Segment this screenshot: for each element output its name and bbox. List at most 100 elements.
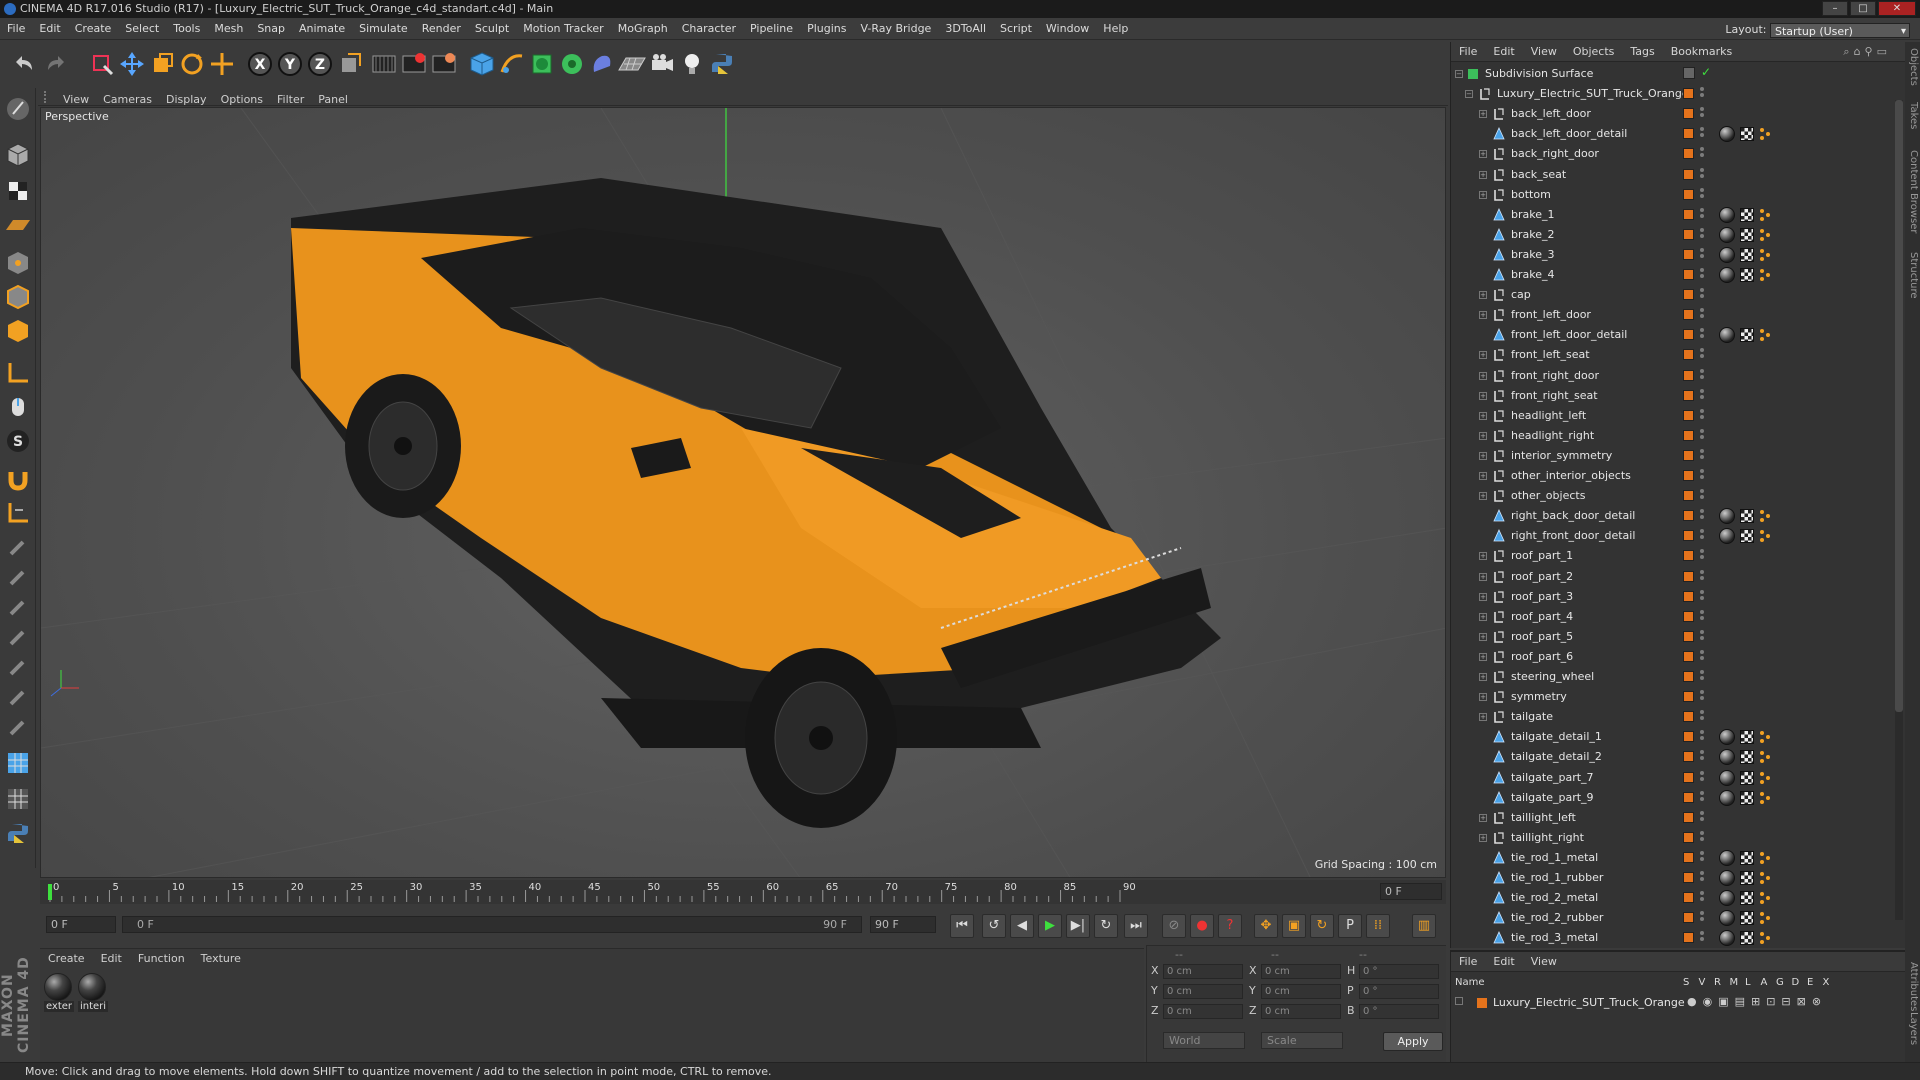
polygon-selection-tag-icon[interactable] [1758, 328, 1772, 342]
texture-tag-icon[interactable] [1740, 871, 1754, 885]
camera-object-icon[interactable] [646, 48, 678, 80]
object-row[interactable]: + roof_part_1 [1451, 546, 1891, 566]
layer-color-swatch[interactable] [1683, 630, 1694, 642]
object-row[interactable]: tie_rod_1_metal [1451, 848, 1891, 868]
object-menu-objects[interactable]: Objects [1565, 42, 1623, 62]
material-menu-texture[interactable]: Texture [193, 949, 249, 969]
texture-tag-icon[interactable] [1740, 770, 1754, 785]
expand-toggle-icon[interactable]: + [1479, 311, 1487, 320]
layer-column-header[interactable]: E [1807, 977, 1813, 988]
layer-column-header[interactable]: M [1730, 977, 1739, 988]
material-menu-create[interactable]: Create [40, 949, 93, 969]
layer-color-swatch[interactable] [1683, 269, 1694, 280]
menu-select[interactable]: Select [118, 18, 166, 40]
coord-value-field[interactable]: 0 ° [1359, 964, 1439, 979]
undo-icon[interactable] [8, 48, 40, 80]
object-manager-tools[interactable]: ⌕⌂⚲▭ [1843, 45, 1891, 59]
menu-simulate[interactable]: Simulate [352, 18, 415, 40]
texture-tag-icon[interactable] [1740, 730, 1754, 745]
visibility-dots-icon[interactable] [1700, 871, 1704, 885]
expand-toggle-icon[interactable]: + [1479, 813, 1487, 822]
menu-edit[interactable]: Edit [32, 18, 67, 40]
object-row[interactable]: + roof_part_4 [1451, 607, 1891, 627]
polygon-selection-tag-icon[interactable] [1758, 771, 1772, 785]
brush-icon-1[interactable] [3, 532, 33, 562]
solo-grid-icon[interactable] [3, 748, 33, 778]
layer-column-header[interactable]: R [1714, 977, 1721, 988]
object-row[interactable]: + back_left_door [1451, 104, 1891, 124]
subdivision-surface-icon[interactable] [526, 48, 558, 80]
mograph-cloner-icon[interactable] [556, 48, 588, 80]
layer-column-header[interactable]: G [1776, 977, 1784, 988]
texture-tag-icon[interactable] [1740, 127, 1754, 142]
visibility-dots-icon[interactable] [1700, 328, 1704, 342]
menu-script[interactable]: Script [993, 18, 1039, 40]
python-script-icon[interactable] [706, 48, 738, 80]
visibility-dots-icon[interactable] [1700, 609, 1704, 624]
texture-tag-icon[interactable] [1740, 328, 1754, 343]
object-menu-file[interactable]: File [1451, 42, 1485, 62]
menu-plugins[interactable]: Plugins [800, 18, 853, 40]
render-picture-viewer-icon[interactable] [398, 48, 430, 80]
layer-color-swatch[interactable] [1683, 168, 1694, 180]
visibility-dots-icon[interactable] [1700, 408, 1704, 423]
expand-toggle-icon[interactable]: + [1479, 673, 1487, 681]
layer-color-swatch[interactable] [1477, 998, 1487, 1008]
polygon-selection-tag-icon[interactable] [1758, 891, 1772, 905]
object-row[interactable]: + roof_part_5 [1451, 627, 1891, 647]
layer-color-swatch[interactable] [1683, 510, 1694, 522]
menu-create[interactable]: Create [68, 18, 119, 40]
polygon-selection-tag-icon[interactable] [1758, 228, 1772, 242]
material-menu-edit[interactable]: Edit [93, 949, 130, 969]
visibility-dots-icon[interactable] [1700, 649, 1704, 664]
y-axis-lock-icon[interactable]: Y [274, 48, 306, 80]
texture-mode-icon[interactable] [3, 176, 33, 206]
layer-row[interactable]: Luxury_Electric_SUT_Truck_Orange ●◉▣▤⊞⊡⊟… [1451, 994, 1891, 1012]
polygon-selection-tag-icon[interactable] [1758, 911, 1772, 925]
material-menu-function[interactable]: Function [130, 949, 193, 969]
spline-pen-icon[interactable] [496, 48, 528, 80]
layer-column-header[interactable]: V [1699, 977, 1706, 988]
object-row[interactable]: + roof_part_2 [1451, 567, 1891, 587]
object-row[interactable]: tailgate_part_7 [1451, 768, 1891, 788]
visibility-dots-icon[interactable] [1700, 428, 1704, 443]
layer-color-swatch[interactable] [1683, 872, 1694, 883]
texture-tag-icon[interactable] [1740, 911, 1754, 926]
layer-color-swatch[interactable] [1683, 711, 1694, 723]
layer-color-swatch[interactable] [1683, 248, 1694, 260]
object-row[interactable]: back_left_door_detail [1451, 124, 1891, 144]
layer-color-swatch[interactable] [1683, 590, 1694, 602]
material-tag-icon[interactable] [1719, 206, 1735, 223]
object-menu-edit[interactable]: Edit [1485, 42, 1522, 62]
layer-color-swatch[interactable] [1683, 128, 1694, 140]
layer-color-swatch[interactable] [1683, 188, 1694, 200]
material-tag-icon[interactable] [1719, 267, 1735, 283]
visibility-dots-icon[interactable] [1700, 770, 1704, 785]
key-parameter-icon[interactable]: P [1338, 914, 1362, 938]
expand-toggle-icon[interactable]: + [1479, 150, 1487, 159]
axis-mode-icon[interactable] [3, 358, 33, 388]
object-row[interactable]: tie_rod_2_metal [1451, 888, 1891, 908]
object-row[interactable]: + front_left_door [1451, 305, 1891, 325]
object-row[interactable]: brake_3 [1451, 245, 1891, 265]
visibility-dots-icon[interactable] [1700, 147, 1704, 161]
visibility-dots-icon[interactable] [1700, 670, 1704, 684]
polygon-selection-tag-icon[interactable] [1758, 127, 1772, 141]
layer-color-swatch[interactable] [1683, 449, 1694, 461]
material-interior[interactable]: interi [78, 973, 108, 1012]
object-row[interactable]: + front_left_seat [1451, 345, 1891, 365]
start-frame-field[interactable]: 0 F [46, 916, 116, 933]
texture-tag-icon[interactable] [1740, 227, 1754, 242]
texture-tag-icon[interactable] [1740, 268, 1754, 282]
expand-toggle-icon[interactable]: + [1479, 492, 1487, 501]
layer-color-swatch[interactable] [1683, 470, 1694, 481]
menu-snap[interactable]: Snap [250, 18, 292, 40]
layer-color-swatch[interactable] [1683, 349, 1694, 361]
material-tag-icon[interactable] [1719, 246, 1735, 263]
layer-solo-icon[interactable] [3, 784, 33, 814]
light-object-icon[interactable] [676, 48, 708, 80]
enabled-check-icon[interactable]: ✓ [1701, 65, 1711, 79]
layer-color-swatch[interactable] [1683, 892, 1694, 904]
expand-toggle-icon[interactable]: + [1479, 451, 1487, 460]
menu-window[interactable]: Window [1039, 18, 1096, 40]
